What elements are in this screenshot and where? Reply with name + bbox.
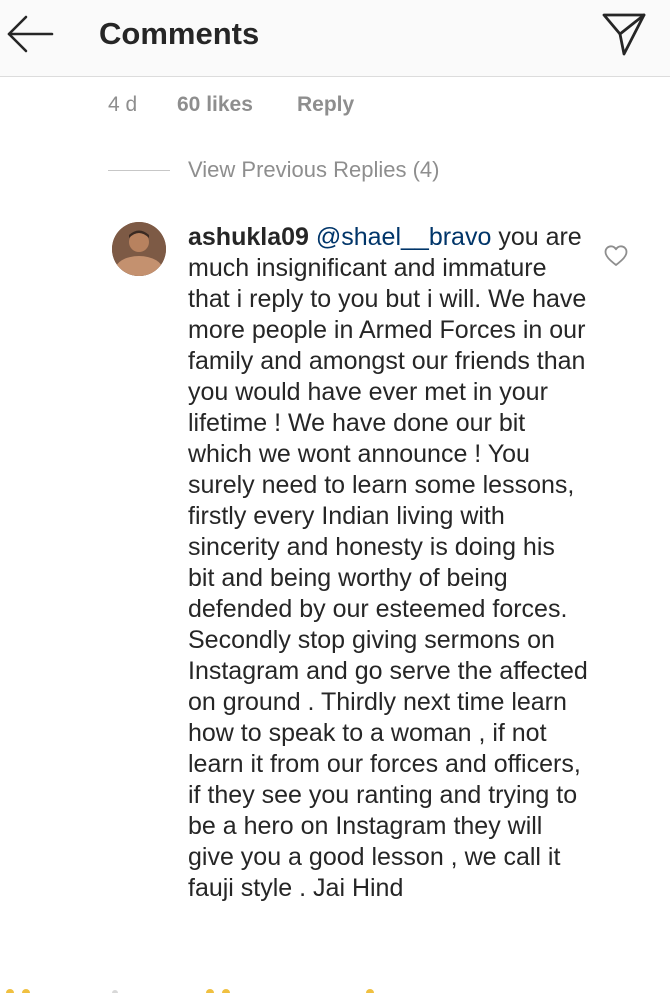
parent-comment-meta: 4 d 60 likes Reply (108, 90, 354, 120)
send-button[interactable] (600, 10, 648, 58)
like-button[interactable] (603, 243, 629, 269)
view-previous-replies-label[interactable]: View Previous Replies (4) (188, 157, 439, 183)
view-previous-replies[interactable]: View Previous Replies (4) (108, 154, 439, 186)
paper-plane-icon (602, 13, 646, 56)
comment-username[interactable]: ashukla09 (188, 223, 309, 251)
comment-body-text: you are much insignificant and immature … (188, 223, 588, 902)
header-bar: Comments (0, 0, 670, 77)
likes-count[interactable]: 60 likes (177, 93, 297, 117)
back-button[interactable] (4, 12, 56, 56)
page-title: Comments (99, 16, 260, 51)
reply-button[interactable]: Reply (297, 93, 354, 117)
heart-outline-icon (604, 245, 628, 266)
profile-photo (112, 222, 166, 276)
arrow-left-icon (7, 15, 54, 53)
reply-comment-text: ashukla09 @shael__bravo you are much ins… (188, 222, 588, 904)
next-row-peek (6, 989, 374, 993)
mention-link[interactable]: @shael__bravo (316, 223, 492, 251)
replies-divider (108, 169, 170, 171)
comment-timestamp: 4 d (108, 93, 138, 116)
avatar[interactable] (112, 222, 166, 276)
